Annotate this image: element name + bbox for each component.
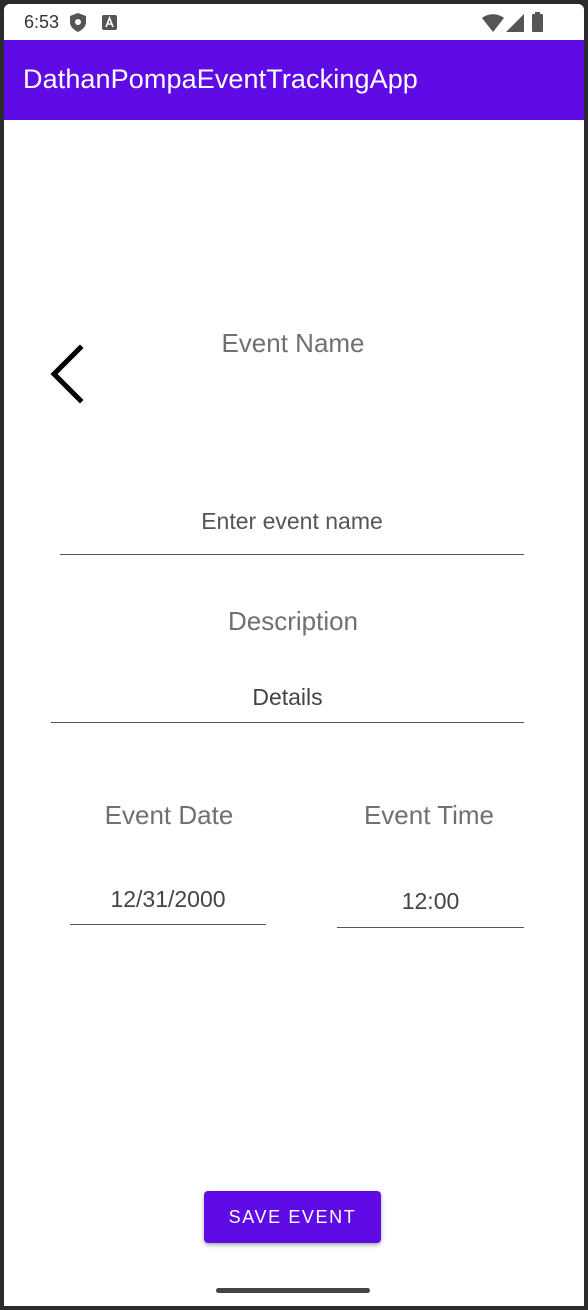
status-bar: 6:53: [4, 4, 584, 40]
battery-icon: [532, 12, 543, 37]
event-time-input[interactable]: 12:00: [337, 888, 524, 928]
event-name-input[interactable]: Enter event name: [60, 508, 524, 555]
back-button[interactable]: [44, 344, 88, 404]
description-input[interactable]: Details: [51, 684, 524, 723]
event-name-label: Event Name: [221, 328, 365, 358]
shield-icon: [70, 13, 86, 37]
description-label: Description: [227, 606, 359, 636]
chevron-left-icon: [50, 344, 84, 404]
description-value: Details: [252, 684, 323, 710]
app-bar: DathanPompaEventTrackingApp: [4, 40, 584, 120]
app-title: DathanPompaEventTrackingApp: [23, 64, 418, 94]
event-time-label: Event Time: [363, 800, 495, 830]
home-indicator[interactable]: [216, 1288, 370, 1293]
status-time: 6:53: [24, 12, 60, 32]
event-time-value: 12:00: [401, 888, 460, 914]
event-date-label: Event Date: [104, 800, 234, 830]
event-name-placeholder: Enter event name: [201, 508, 383, 534]
screen: 6:53 DathanPompaEventTrackingApp Event N…: [4, 4, 584, 1306]
save-event-button[interactable]: SAVE EVENT: [204, 1191, 381, 1243]
a-box-icon: [102, 15, 117, 35]
wifi-icon: [482, 14, 504, 37]
event-date-input[interactable]: 12/31/2000: [70, 886, 266, 925]
signal-icon: [506, 14, 524, 37]
event-date-value: 12/31/2000: [110, 886, 226, 912]
